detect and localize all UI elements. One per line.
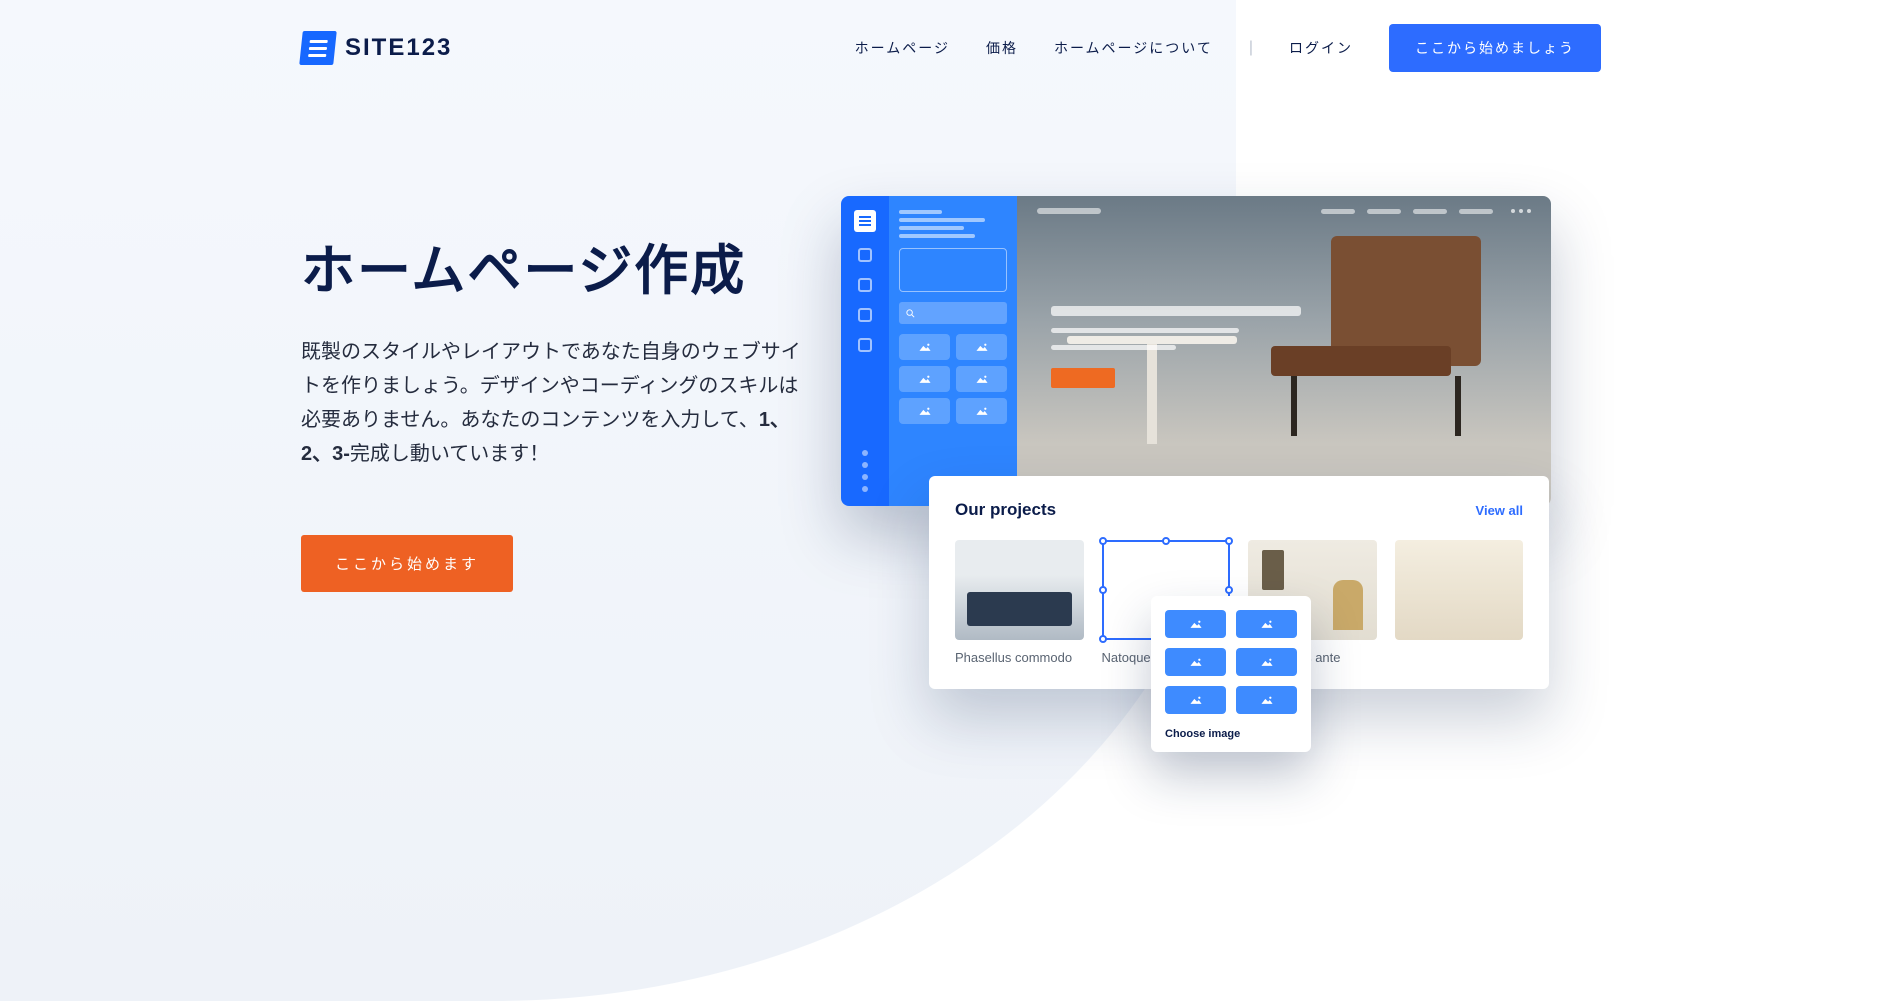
site-header: SITE123 ホームページ 価格 ホームページについて | ログイン ここから… (301, 0, 1601, 96)
image-icon (1189, 657, 1203, 667)
image-icon (975, 342, 989, 352)
image-icon (975, 374, 989, 384)
sidebar-item-icon (858, 308, 872, 322)
builder-mock (841, 196, 1551, 506)
project-thumbnail (955, 540, 1084, 640)
logo-text: SITE123 (345, 34, 452, 62)
project-label: Phasellus commodo (955, 650, 1084, 665)
image-thumb (899, 334, 950, 360)
sidebar-item-icon (858, 278, 872, 292)
main-nav: ホームページ 価格 ホームページについて | ログイン ここから始めましょう (855, 24, 1601, 72)
project-item[interactable] (1395, 540, 1524, 665)
nav-cta-button[interactable]: ここから始めましょう (1389, 24, 1601, 72)
image-icon (1260, 619, 1274, 629)
panel-search (899, 302, 1007, 324)
image-thumb (956, 334, 1007, 360)
hero-title: ホームページ作成 (301, 226, 801, 305)
image-icon (1189, 695, 1203, 705)
logo-icon (299, 31, 337, 65)
image-icon (918, 342, 932, 352)
image-icon (1260, 657, 1274, 667)
image-icon (1260, 695, 1274, 705)
panel-thumb-grid (899, 334, 1007, 424)
builder-sidebar (841, 196, 889, 506)
hero-visual: Our projects View all Phasellus commodo (841, 226, 1601, 592)
hero-lead: 既製のスタイルやレイアウトであなた自身のウェブサイトを作りましょう。デザインやコ… (301, 335, 801, 471)
logo[interactable]: SITE123 (301, 31, 452, 65)
image-thumb (899, 398, 950, 424)
chooser-thumb[interactable] (1236, 610, 1297, 638)
hero-copy: ホームページ作成 既製のスタイルやレイアウトであなた自身のウェブサイトを作りまし… (301, 226, 801, 592)
sidebar-item-icon (858, 338, 872, 352)
projects-view-all[interactable]: View all (1476, 503, 1523, 518)
builder-panel (889, 196, 1017, 506)
image-icon (975, 406, 989, 416)
builder-logo-icon (854, 210, 876, 232)
sidebar-pager (862, 450, 868, 492)
panel-block (899, 248, 1007, 292)
image-thumb (899, 366, 950, 392)
nav-about[interactable]: ホームページについて (1054, 38, 1213, 58)
chooser-thumb[interactable] (1236, 686, 1297, 714)
chooser-thumb[interactable] (1165, 686, 1226, 714)
search-icon (905, 308, 916, 319)
ellipsis-icon (1511, 209, 1531, 213)
chooser-thumb[interactable] (1165, 610, 1226, 638)
projects-title: Our projects (955, 500, 1056, 520)
canvas-chair-graphic (1271, 236, 1481, 436)
nav-pricing[interactable]: 価格 (986, 38, 1018, 58)
sidebar-item-icon (858, 248, 872, 262)
chooser-thumb[interactable] (1236, 648, 1297, 676)
image-icon (1189, 619, 1203, 629)
chooser-label: Choose image (1165, 728, 1297, 740)
image-chooser-popup: Choose image (1151, 596, 1311, 752)
canvas-hero-text (1051, 306, 1301, 388)
hero-section: ホームページ作成 既製のスタイルやレイアウトであなた自身のウェブサイトを作りまし… (301, 226, 1601, 592)
chooser-thumb[interactable] (1165, 648, 1226, 676)
hero-cta-button[interactable]: ここから始めます (301, 535, 513, 592)
image-icon (918, 374, 932, 384)
project-item[interactable]: Phasellus commodo (955, 540, 1084, 665)
builder-canvas (1017, 196, 1551, 506)
canvas-topbar (1037, 208, 1531, 214)
nav-login[interactable]: ログイン (1289, 38, 1353, 58)
nav-home[interactable]: ホームページ (855, 38, 950, 58)
image-thumb (956, 398, 1007, 424)
project-thumbnail (1395, 540, 1524, 640)
panel-text-lines (899, 210, 1007, 238)
nav-divider: | (1249, 39, 1253, 57)
image-thumb (956, 366, 1007, 392)
image-icon (918, 406, 932, 416)
